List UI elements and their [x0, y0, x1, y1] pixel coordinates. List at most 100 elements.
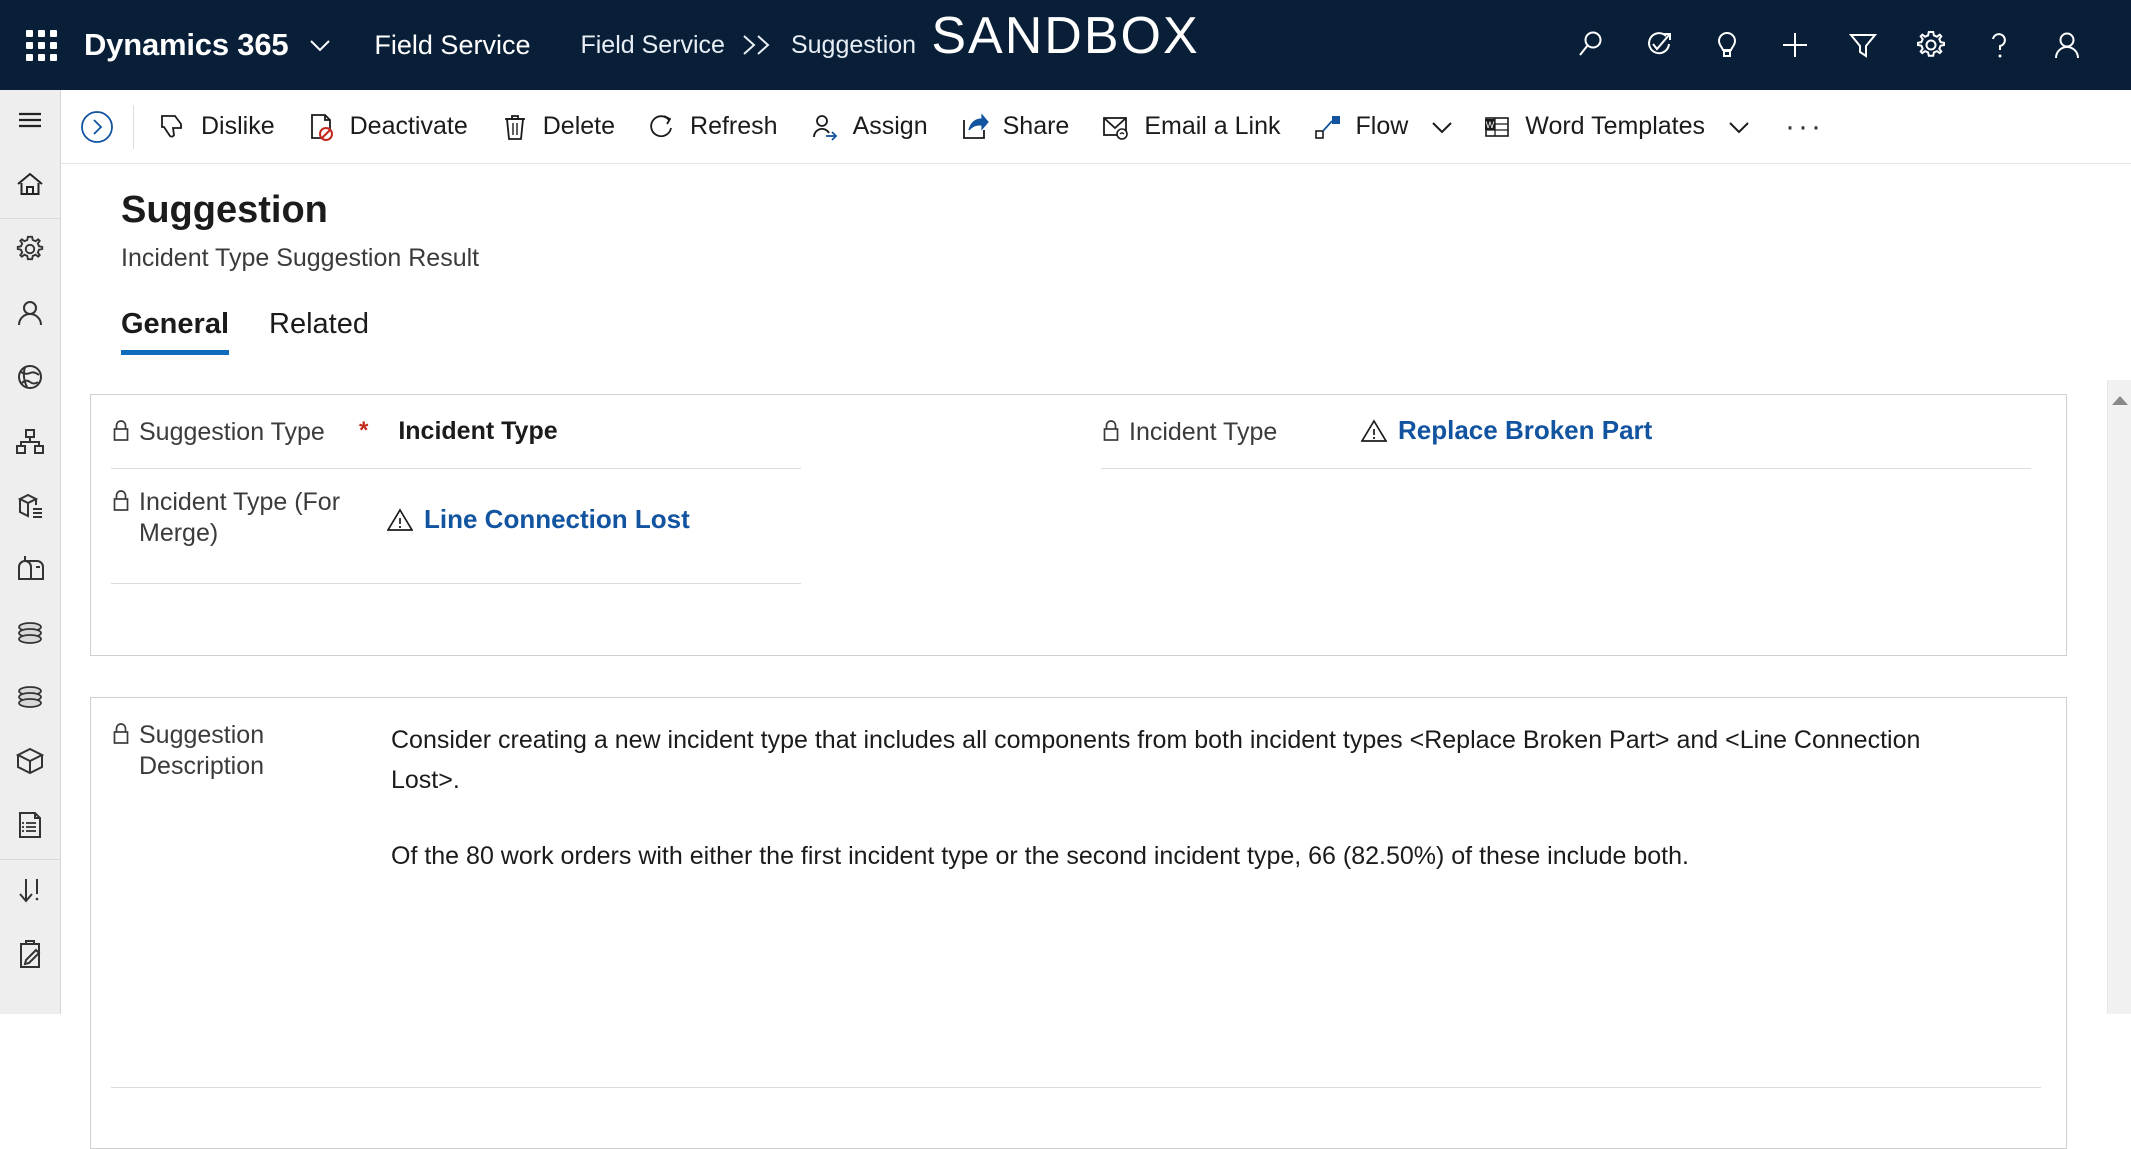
sidebar-item-database-stack-alt[interactable]: [0, 667, 61, 731]
svg-text:W: W: [1486, 120, 1495, 130]
breadcrumb-item-suggestion[interactable]: Suggestion: [791, 31, 916, 60]
product-catalog-icon: [14, 489, 46, 526]
page-title: Suggestion: [121, 189, 328, 231]
sidebar-item-person[interactable]: [0, 283, 61, 347]
form-tab-list: General Related: [121, 308, 409, 355]
field-incident-type-label-group: Incident Type: [1101, 417, 1351, 451]
share-icon: [960, 112, 990, 142]
person-icon: [14, 297, 46, 334]
delete-button[interactable]: Delete: [484, 90, 631, 164]
field-underline-suggestion-type: [111, 468, 801, 469]
field-underline-incident-type-for-merge: [111, 583, 801, 584]
field-suggestion-description-value: Consider creating a new incident type th…: [391, 720, 1981, 876]
field-suggestion-description: Suggestion Description Consider creating…: [111, 720, 2041, 876]
sidebar-item-database-stack[interactable]: [0, 603, 61, 667]
breadcrumb: Field Service Suggestion: [580, 31, 916, 60]
dislike-label: Dislike: [201, 112, 275, 140]
description-paragraph-2: Of the 80 work orders with either the fi…: [391, 842, 1689, 870]
required-marker-suggestion-type: *: [359, 417, 369, 444]
vertical-scrollbar[interactable]: [2107, 380, 2131, 1014]
lock-icon: [111, 720, 131, 754]
app-name-label[interactable]: Field Service: [374, 30, 530, 61]
word-templates-button[interactable]: W Word Templates: [1466, 90, 1721, 164]
field-underline-incident-type: [1101, 468, 2031, 469]
field-incident-type-link-text: Replace Broken Part: [1398, 415, 1653, 445]
field-suggestion-type: Suggestion Type * Incident Type: [111, 417, 801, 451]
top-navigation-bar: Dynamics 365 Field Service Field Service…: [0, 0, 2131, 90]
share-label: Share: [1002, 112, 1070, 140]
field-suggestion-type-value: Incident Type: [398, 417, 558, 445]
word-templates-chevron-down-icon[interactable]: [1721, 90, 1763, 164]
home-icon: [14, 168, 46, 205]
clipboard-edit-icon: [14, 938, 46, 975]
main-content: Suggestion Incident Type Suggestion Resu…: [61, 164, 2131, 1149]
help-question-icon[interactable]: [1965, 0, 2033, 90]
sidebar-item-document-list[interactable]: [0, 795, 61, 859]
dislike-button[interactable]: Dislike: [142, 90, 291, 164]
site-map-hamburger-icon: [14, 104, 46, 141]
field-incident-type-for-merge: Incident Type (For Merge) Line Connectio…: [111, 487, 801, 548]
breadcrumb-item-field-service[interactable]: Field Service: [580, 31, 725, 60]
command-overflow-button[interactable]: ···: [1763, 90, 1846, 164]
app-launcher-button[interactable]: [0, 0, 82, 90]
tab-related[interactable]: Related: [269, 308, 369, 355]
search-icon[interactable]: [1557, 0, 1625, 90]
sidebar-item-sort-priority[interactable]: [0, 860, 61, 924]
sidebar-item-globe[interactable]: [0, 347, 61, 411]
field-suggestion-type-label-group: Suggestion Type: [111, 417, 351, 451]
add-icon[interactable]: [1761, 0, 1829, 90]
sidebar-item-settings[interactable]: [0, 219, 61, 283]
sidebar-item-mailbox[interactable]: [0, 539, 61, 603]
word-template-icon: W: [1482, 112, 1512, 142]
deactivate-icon: [307, 112, 337, 142]
globe-icon: [14, 361, 46, 398]
assign-button[interactable]: Assign: [794, 90, 944, 164]
user-profile-icon[interactable]: [2033, 0, 2101, 90]
field-incident-type-for-merge-link-text: Line Connection Lost: [424, 504, 690, 534]
package-box-icon: [14, 745, 46, 782]
settings-gear-icon: [14, 233, 46, 270]
deactivate-button[interactable]: Deactivate: [291, 90, 484, 164]
field-incident-type: Incident Type Replace Broken Part: [1101, 415, 2031, 451]
database-stack-alt-icon: [14, 681, 46, 718]
refresh-button[interactable]: Refresh: [631, 90, 794, 164]
flow-label: Flow: [1355, 112, 1409, 140]
document-list-icon: [14, 809, 46, 846]
sidebar-item-home[interactable]: [0, 154, 61, 218]
flow-icon: [1313, 112, 1343, 142]
description-section-card: Suggestion Description Consider creating…: [90, 697, 2067, 1149]
flow-chevron-down-icon[interactable]: [1424, 90, 1466, 164]
field-incident-type-for-merge-value[interactable]: Line Connection Lost: [387, 504, 690, 535]
brand-chevron-down-icon[interactable]: [306, 31, 334, 59]
breadcrumb-chevron-icon: [738, 32, 778, 58]
brand-title[interactable]: Dynamics 365: [84, 27, 289, 63]
sidebar-item-package[interactable]: [0, 731, 61, 795]
sidebar-item-site-map[interactable]: [0, 90, 61, 154]
field-suggestion-description-label: Suggestion Description: [139, 721, 265, 780]
field-incident-type-for-merge-label-group: Incident Type (For Merge): [111, 487, 359, 548]
command-bar: Dislike Deactivate Delete Refresh Assign…: [61, 90, 2131, 164]
settings-gear-icon[interactable]: [1897, 0, 1965, 90]
org-hierarchy-icon: [14, 425, 46, 462]
database-stack-icon: [14, 617, 46, 654]
thumbs-down-icon: [158, 112, 188, 142]
sidebar-item-hierarchy[interactable]: [0, 411, 61, 475]
field-incident-type-value[interactable]: Replace Broken Part: [1361, 415, 1652, 446]
command-bar-divider: [133, 104, 134, 149]
fields-section-card: Suggestion Type * Incident Type Incident…: [90, 394, 2067, 656]
assistant-icon[interactable]: [1625, 0, 1693, 90]
email-a-link-button[interactable]: Email a Link: [1085, 90, 1296, 164]
collapse-chevron-icon[interactable]: [61, 90, 133, 164]
tab-general[interactable]: General: [121, 308, 229, 355]
sidebar-item-clipboard-edit[interactable]: [0, 924, 61, 988]
description-paragraph-1: Consider creating a new incident type th…: [391, 726, 1921, 794]
lightbulb-icon[interactable]: [1693, 0, 1761, 90]
lock-icon: [111, 417, 131, 451]
share-button[interactable]: Share: [944, 90, 1086, 164]
scroll-up-arrow-icon[interactable]: [2108, 394, 2131, 406]
sort-priority-icon: [14, 874, 46, 911]
flow-button[interactable]: Flow: [1297, 90, 1425, 164]
filter-icon[interactable]: [1829, 0, 1897, 90]
sidebar-item-product-catalog[interactable]: [0, 475, 61, 539]
page-subtitle: Incident Type Suggestion Result: [121, 244, 480, 272]
